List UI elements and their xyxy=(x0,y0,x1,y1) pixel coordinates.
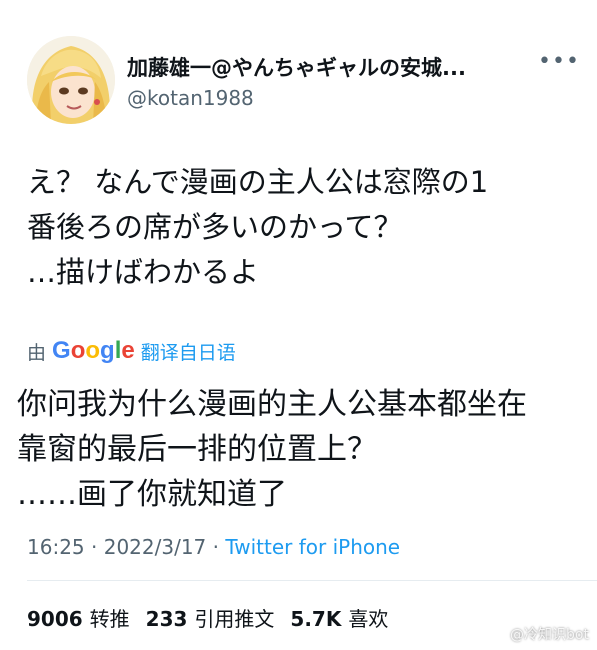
meta-separator: · xyxy=(84,535,104,559)
avatar-illustration xyxy=(27,36,115,124)
likes-count: 5.7K xyxy=(290,607,342,631)
translation-text: 你问我为什么漫画的主人公基本都坐在 靠窗的最后一排的位置上？ ……画了你就知道了 xyxy=(17,387,527,512)
retweets-label: 转推 xyxy=(89,607,130,631)
tweet-timestamp: 16:25 · 2022/3/17 · Twitter for iPhone xyxy=(27,535,400,559)
weibo-watermark: @冷知识bot xyxy=(488,624,589,644)
google-logo: Google xyxy=(52,337,135,364)
meta-separator: · xyxy=(206,535,226,559)
quotes-stat[interactable]: 233 引用推文 xyxy=(146,603,275,632)
tweet-date[interactable]: 2022/3/17 xyxy=(104,535,207,559)
author-handle[interactable]: @kotan1988 xyxy=(127,86,254,110)
likes-label: 喜欢 xyxy=(348,607,389,631)
retweets-count: 9006 xyxy=(27,607,83,631)
divider xyxy=(27,580,597,581)
translated-by-label: 由 xyxy=(27,341,47,364)
translate-source-link[interactable]: 翻译自日语 xyxy=(141,338,236,365)
tweet-time[interactable]: 16:25 xyxy=(27,535,85,559)
avatar[interactable] xyxy=(27,36,115,124)
quotes-count: 233 xyxy=(145,607,188,631)
translation-attribution: 由 Google 翻译自日语 xyxy=(27,337,236,365)
quotes-label: 引用推文 xyxy=(194,607,275,631)
engagement-stats: 9006 转推 233 引用推文 5.7K 喜欢 xyxy=(27,603,388,632)
more-horizontal-icon[interactable]: ••• xyxy=(538,48,579,76)
weibo-logo-icon xyxy=(488,625,506,643)
likes-stat[interactable]: 5.7K 喜欢 xyxy=(290,603,388,632)
tweet-source-link[interactable]: Twitter for iPhone xyxy=(225,535,400,559)
watermark-text: @冷知识bot xyxy=(510,627,589,643)
retweets-stat[interactable]: 9006 转推 xyxy=(27,603,130,632)
tweet-text: え？ なんで漫画の主人公は窓際の1 番後ろの席が多いのかって？ …描けばわかるよ xyxy=(27,165,489,289)
author-display-name[interactable]: 加藤雄一@やんちゃギャルの安城... xyxy=(127,52,466,82)
